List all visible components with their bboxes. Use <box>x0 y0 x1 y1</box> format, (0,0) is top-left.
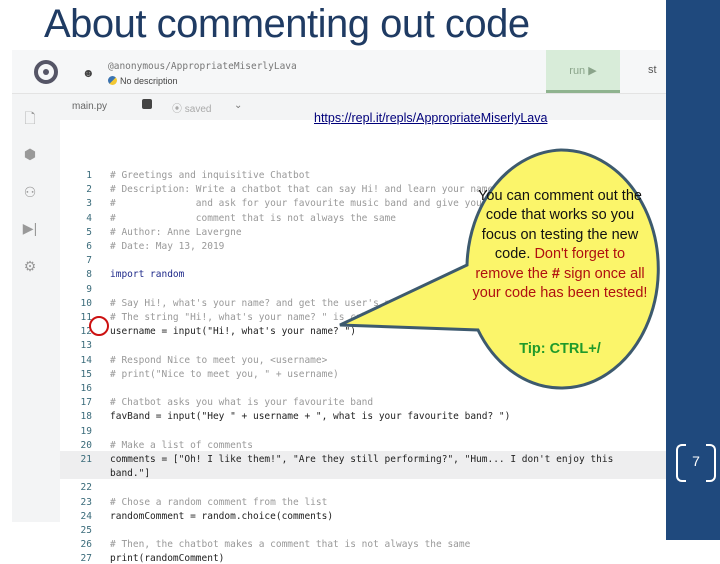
page-number: 7 <box>676 444 716 482</box>
callout-tip: Tip: CTRL+/ <box>519 341 601 357</box>
line-number: 27 <box>80 553 92 564</box>
hash-highlight-circle <box>89 316 109 336</box>
line-number: 26 <box>80 539 92 551</box>
code-line[interactable]: # Then, the chatbot makes a comment that… <box>110 539 470 550</box>
callout-text: You can comment out the code that works … <box>472 187 648 303</box>
code-line[interactable]: print(randomComment) <box>110 553 224 564</box>
